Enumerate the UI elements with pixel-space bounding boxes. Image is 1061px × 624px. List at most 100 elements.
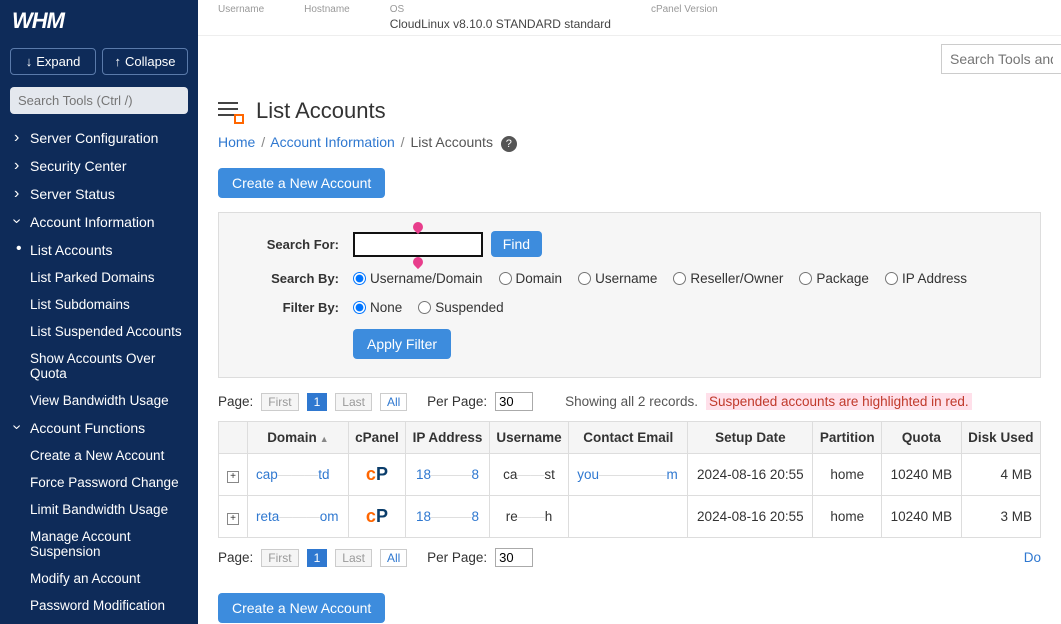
partition-cell: home xyxy=(813,496,882,538)
create-account-button[interactable]: Create a New Account xyxy=(218,168,385,198)
arrow-up-icon: ↑ xyxy=(114,54,121,69)
sidebar-item-account-information[interactable]: Account Information xyxy=(0,208,198,236)
whm-logo: WHM xyxy=(0,0,198,42)
expand-button[interactable]: ↓Expand xyxy=(10,48,96,75)
ip-link[interactable]: 18———8 xyxy=(416,509,479,524)
sidebar-item-password-modification[interactable]: Password Modification xyxy=(0,592,198,619)
breadcrumb: Home / Account Information / List Accoun… xyxy=(218,134,1041,152)
sidebar-item-show-accounts-over-quota[interactable]: Show Accounts Over Quota xyxy=(0,345,198,387)
filterby-option-none[interactable]: None xyxy=(353,300,402,315)
partition-cell: home xyxy=(813,454,882,496)
per-page-input[interactable] xyxy=(495,392,533,411)
quota-cell: 10240 MB xyxy=(882,454,962,496)
quota-cell: 10240 MB xyxy=(882,496,962,538)
sidebar-item-modify-an-account[interactable]: Modify an Account xyxy=(0,565,198,592)
searchby-option-reseller-owner[interactable]: Reseller/Owner xyxy=(673,271,783,286)
breadcrumb-account-info[interactable]: Account Information xyxy=(270,134,395,150)
sidebar-item-server-status[interactable]: Server Status xyxy=(0,180,198,208)
search-for-label: Search For: xyxy=(239,237,339,252)
page-1-button[interactable]: 1 xyxy=(307,549,328,567)
pager-top: Page: First 1 Last All Per Page: Showing… xyxy=(218,392,1041,411)
topbar: Username Hostname OS CloudLinux v8.10.0 S… xyxy=(198,0,1061,36)
page-first-button[interactable]: First xyxy=(261,549,298,567)
column-header-contact-email[interactable]: Contact Email xyxy=(569,422,688,454)
sidebar-item-create-a-new-account[interactable]: Create a New Account xyxy=(0,442,198,469)
searchby-option-username[interactable]: Username xyxy=(578,271,657,286)
topbar-username-label: Username xyxy=(218,4,264,15)
page-all-button[interactable]: All xyxy=(380,549,407,567)
collapse-button[interactable]: ↑Collapse xyxy=(102,48,188,75)
breadcrumb-current: List Accounts xyxy=(410,134,493,150)
sidebar-item-list-subdomains[interactable]: List Subdomains xyxy=(0,291,198,318)
expand-row-button[interactable]: + xyxy=(227,513,239,525)
column-header-setup-date[interactable]: Setup Date xyxy=(688,422,813,454)
column-header-cpanel[interactable]: cPanel xyxy=(348,422,405,454)
column-header-partition[interactable]: Partition xyxy=(813,422,882,454)
sidebar-item-account-functions[interactable]: Account Functions xyxy=(0,414,198,442)
topbar-hostname-label: Hostname xyxy=(304,4,350,15)
suspended-note: Suspended accounts are highlighted in re… xyxy=(706,393,972,410)
sidebar-item-view-bandwidth-usage[interactable]: View Bandwidth Usage xyxy=(0,387,198,414)
sidebar-item-security-center[interactable]: Security Center xyxy=(0,152,198,180)
cpanel-icon[interactable]: cP xyxy=(366,506,388,526)
cpanel-icon[interactable]: cP xyxy=(366,464,388,484)
page-all-button[interactable]: All xyxy=(380,393,407,411)
sidebar-item-manage-account-suspension[interactable]: Manage Account Suspension xyxy=(0,523,198,565)
column-header-quota[interactable]: Quota xyxy=(882,422,962,454)
search-for-input[interactable] xyxy=(353,232,483,257)
searchby-option-username-domain[interactable]: Username/Domain xyxy=(353,271,483,286)
filter-by-label: Filter By: xyxy=(239,300,339,315)
column-header-username[interactable]: Username xyxy=(489,422,568,454)
expand-row-button[interactable]: + xyxy=(227,471,239,483)
list-accounts-icon xyxy=(218,100,246,122)
accounts-table: Domain▲cPanelIP AddressUsernameContact E… xyxy=(218,421,1041,538)
marker-icon xyxy=(411,254,425,268)
topbar-os-value: CloudLinux v8.10.0 STANDARD standard xyxy=(390,17,611,31)
searchby-option-ip-address[interactable]: IP Address xyxy=(885,271,967,286)
email-link[interactable]: you—————m xyxy=(577,467,678,482)
disk-used-cell: 3 MB xyxy=(961,496,1040,538)
create-account-button-bottom[interactable]: Create a New Account xyxy=(218,593,385,623)
pager-bottom: Page: First 1 Last All Per Page: Do xyxy=(218,548,1041,567)
breadcrumb-home[interactable]: Home xyxy=(218,134,255,150)
sidebar-item-limit-bandwidth-usage[interactable]: Limit Bandwidth Usage xyxy=(0,496,198,523)
setup-cell: 2024-08-16 20:55 xyxy=(688,454,813,496)
setup-cell: 2024-08-16 20:55 xyxy=(688,496,813,538)
page-last-button[interactable]: Last xyxy=(335,549,372,567)
sidebar-search-input[interactable] xyxy=(10,87,188,114)
sidebar-item-list-suspended-accounts[interactable]: List Suspended Accounts xyxy=(0,318,198,345)
sidebar-item-list-accounts[interactable]: List Accounts xyxy=(0,236,198,264)
table-row: + reta———om cP 18———8 re——h 2024-08-16 20:55h… xyxy=(219,496,1041,538)
column-header-domain[interactable]: Domain▲ xyxy=(248,422,349,454)
sidebar: WHM ↓Expand ↑Collapse Server Configurati… xyxy=(0,0,198,624)
help-icon[interactable]: ? xyxy=(501,136,517,152)
disk-used-cell: 4 MB xyxy=(961,454,1040,496)
filterby-option-suspended[interactable]: Suspended xyxy=(418,300,503,315)
sidebar-item-list-parked-domains[interactable]: List Parked Domains xyxy=(0,264,198,291)
records-info: Showing all 2 records. xyxy=(565,394,698,409)
domain-link[interactable]: reta———om xyxy=(256,509,339,524)
tools-search-input[interactable] xyxy=(941,44,1061,74)
apply-filter-button[interactable]: Apply Filter xyxy=(353,329,451,359)
searchby-option-package[interactable]: Package xyxy=(799,271,869,286)
page-first-button[interactable]: First xyxy=(261,393,298,411)
per-page-input[interactable] xyxy=(495,548,533,567)
ip-link[interactable]: 18———8 xyxy=(416,467,479,482)
sidebar-item-force-password-change[interactable]: Force Password Change xyxy=(0,469,198,496)
filter-panel: Search For: Find Search By: Username/Dom… xyxy=(218,212,1041,378)
page-title: List Accounts xyxy=(256,98,386,124)
page-1-button[interactable]: 1 xyxy=(307,393,328,411)
username-cell: re——h xyxy=(489,496,568,538)
arrow-down-icon: ↓ xyxy=(26,54,33,69)
find-button[interactable]: Find xyxy=(491,231,542,257)
do-link[interactable]: Do xyxy=(1024,550,1041,565)
domain-link[interactable]: cap———td xyxy=(256,467,330,482)
sidebar-item-server-configuration[interactable]: Server Configuration xyxy=(0,124,198,152)
column-header-ip-address[interactable]: IP Address xyxy=(406,422,490,454)
column-header-disk-used[interactable]: Disk Used xyxy=(961,422,1040,454)
searchby-option-domain[interactable]: Domain xyxy=(499,271,563,286)
page-last-button[interactable]: Last xyxy=(335,393,372,411)
sort-asc-icon: ▲ xyxy=(320,434,329,444)
topbar-os-label: OS xyxy=(390,4,611,15)
topbar-cpver-label: cPanel Version xyxy=(651,4,718,15)
